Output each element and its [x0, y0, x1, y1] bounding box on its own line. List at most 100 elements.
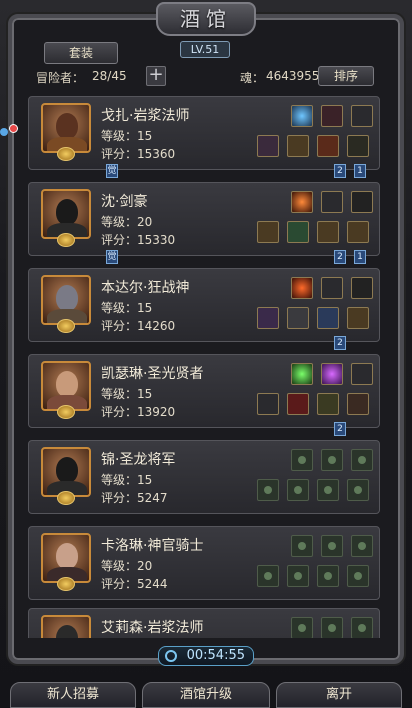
empty-slot-icon[interactable] — [257, 565, 279, 587]
portrait-head — [56, 457, 78, 483]
equipment-slots — [255, 105, 375, 163]
rank-emblem-icon — [57, 147, 75, 161]
soul-label: 魂： — [240, 71, 265, 85]
clock-icon — [165, 650, 177, 662]
tavern-upgrade-button[interactable]: 酒馆升级 — [142, 682, 270, 708]
tavern-level-badge: LV.51 — [180, 41, 230, 58]
star-tag: 2 — [334, 164, 346, 178]
tab-equipment-set[interactable]: 套装 — [44, 42, 118, 64]
boots-icon[interactable] — [317, 307, 339, 329]
belt-icon[interactable] — [347, 307, 369, 329]
empty-slot-icon[interactable] — [351, 535, 373, 557]
adventurer-count: 28/45 — [92, 69, 127, 83]
portrait-head — [56, 371, 78, 397]
empty-slot-icon[interactable] — [347, 565, 369, 587]
boots-icon[interactable] — [317, 135, 339, 157]
skull-icon[interactable] — [317, 393, 339, 415]
creature-icon[interactable] — [321, 105, 343, 127]
empty-slot-icon[interactable] — [287, 565, 309, 587]
window-title: 酒馆 — [156, 2, 256, 36]
stats-bar: 冒险者： 28/45 + 魂： 4643955 排序 — [28, 66, 380, 88]
hero-portrait — [41, 275, 91, 325]
timer-value: 00:54:55 — [186, 648, 245, 663]
refresh-timer: 00:54:55 — [158, 646, 254, 666]
gem-icon[interactable] — [321, 363, 343, 385]
empty-slot-icon[interactable] — [321, 449, 343, 471]
orb-icon[interactable] — [291, 105, 313, 127]
add-slot-button[interactable]: + — [146, 66, 166, 86]
hero-card[interactable]: 本达尔·狂战神 等级：15 评分：14260 — [28, 268, 380, 342]
hero-name: 艾莉森·岩浆法师 — [101, 620, 204, 636]
hero-level: 等级：20 — [101, 559, 153, 573]
empty-slot-icon[interactable] — [291, 449, 313, 471]
armor-icon[interactable] — [287, 221, 309, 243]
hero-name: 沈·剑豪 — [101, 194, 148, 210]
hero-card[interactable]: 艾莉森·岩浆法师 — [28, 608, 380, 638]
empty-slot-icon[interactable] — [321, 617, 343, 638]
helm-icon[interactable] — [321, 191, 343, 213]
sort-button[interactable]: 排序 — [318, 66, 374, 86]
rank-emblem-icon — [57, 405, 75, 419]
claw-icon[interactable] — [321, 277, 343, 299]
empty-slot-icon[interactable] — [317, 479, 339, 501]
star-tag: 2 — [334, 336, 346, 350]
blade-icon[interactable] — [351, 277, 373, 299]
hero-card[interactable]: 锦·圣龙将军 等级：15 评分：5247 — [28, 440, 380, 514]
empty-slot-icon[interactable] — [351, 449, 373, 471]
equipment-slots — [255, 535, 375, 593]
empty-slot-icon[interactable] — [321, 535, 343, 557]
hero-card[interactable]: 沈·剑豪 等级：20 评分：15330 — [28, 182, 380, 256]
armor-icon[interactable] — [287, 393, 309, 415]
awaken-tag: 觉 — [106, 164, 118, 178]
hero-card[interactable]: 卡洛琳·神官骑士 等级：20 评分：5244 — [28, 526, 380, 600]
hero-card[interactable]: 凯瑟琳·圣光贤者 等级：15 评分：13920 — [28, 354, 380, 428]
potion-icon[interactable] — [291, 363, 313, 385]
empty-slot-icon[interactable] — [351, 617, 373, 638]
hero-portrait — [41, 533, 91, 583]
spear-icon[interactable] — [257, 221, 279, 243]
empty-slot-icon[interactable] — [317, 565, 339, 587]
empty-slot-icon[interactable] — [347, 479, 369, 501]
fire-icon[interactable] — [291, 191, 313, 213]
sword-icon[interactable] — [351, 191, 373, 213]
equipment-slots — [255, 277, 375, 335]
staff-icon[interactable] — [257, 135, 279, 157]
empty-slot-icon[interactable] — [291, 535, 313, 557]
hero-level: 等级：15 — [101, 129, 153, 143]
hero-level: 等级：15 — [101, 387, 153, 401]
boots-icon[interactable] — [317, 221, 339, 243]
helm-icon[interactable] — [347, 135, 369, 157]
hero-portrait — [41, 361, 91, 411]
empty-slot-icon[interactable] — [291, 617, 313, 638]
equipment-slots — [255, 617, 375, 638]
red-dot-icon — [9, 124, 18, 133]
portrait-head — [56, 543, 78, 569]
hero-score: 评分：5247 — [101, 491, 168, 505]
staff-icon[interactable] — [257, 307, 279, 329]
hero-score: 评分：5244 — [101, 577, 168, 591]
armor-icon[interactable] — [287, 307, 309, 329]
leave-button[interactable]: 离开 — [276, 682, 402, 708]
empty-slot-icon[interactable] — [287, 479, 309, 501]
armor-icon[interactable] — [351, 105, 373, 127]
hero-card[interactable]: 戈扎·岩浆法师 等级：15 评分：15360 — [28, 96, 380, 170]
axe-icon[interactable] — [257, 393, 279, 415]
hero-level: 等级：15 — [101, 473, 153, 487]
hero-score: 评分：15360 — [101, 147, 176, 161]
fire-icon[interactable] — [291, 277, 313, 299]
blue-dot-icon — [0, 128, 8, 136]
hero-name: 本达尔·狂战神 — [101, 280, 190, 296]
sword-icon[interactable] — [351, 363, 373, 385]
hero-name: 卡洛琳·神官骑士 — [101, 538, 204, 554]
recruit-button[interactable]: 新人招募 — [10, 682, 136, 708]
star-tag: 1 — [354, 164, 366, 178]
hero-list[interactable]: 戈扎·岩浆法师 等级：15 评分：15360 觉 2 1 沈·剑豪 等级：20 … — [28, 96, 384, 638]
empty-slot-icon[interactable] — [257, 479, 279, 501]
equipment-slots — [255, 449, 375, 507]
portrait-head — [56, 625, 78, 638]
belt-icon[interactable] — [347, 221, 369, 243]
chest-icon[interactable] — [287, 135, 309, 157]
belt-icon[interactable] — [347, 393, 369, 415]
rank-emblem-icon — [57, 491, 75, 505]
adventurer-label: 冒险者： — [36, 71, 85, 85]
